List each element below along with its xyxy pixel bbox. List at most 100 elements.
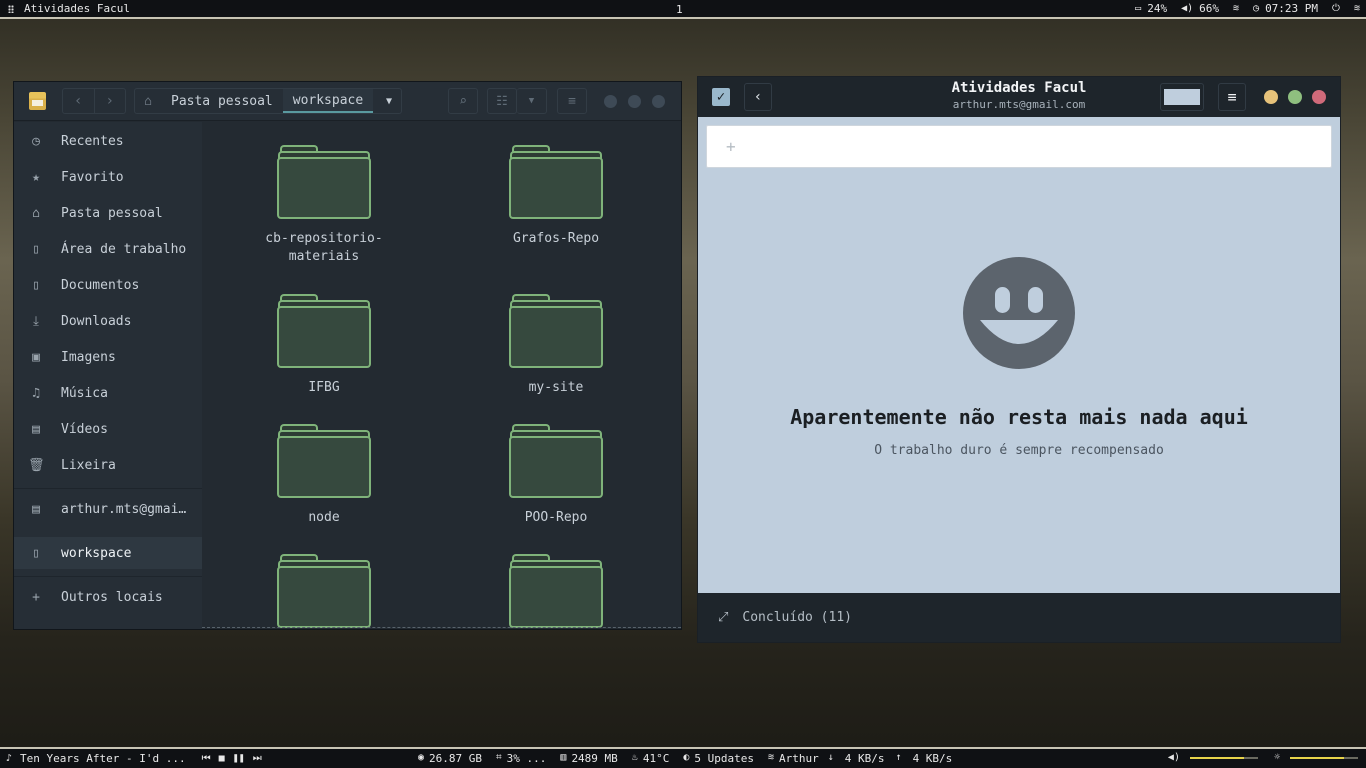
volume-indicator[interactable]: ◀) 66% — [1181, 2, 1219, 15]
updates-indicator[interactable]: ◐ 5 Updates — [683, 752, 754, 765]
top-panel: Atividades Facul 1 ▭ 24% ◀) 66% ≋ ◷ 07:2… — [0, 0, 1366, 19]
sidebar-item-label: Favorito — [61, 169, 124, 185]
thermometer-icon: ♨ — [631, 752, 638, 763]
folder-icon — [277, 554, 371, 629]
minimize-button[interactable] — [604, 95, 617, 108]
folder-icon — [509, 294, 603, 370]
folder-icon — [509, 145, 603, 221]
folder-item[interactable]: IFBG — [264, 294, 384, 397]
sidebar-item-lixeira[interactable]: 🗑︎ Lixeira — [14, 449, 202, 481]
folder-item[interactable]: my-site — [496, 294, 616, 397]
close-button[interactable] — [652, 95, 665, 108]
battery-indicator[interactable]: ▭ 24% — [1135, 2, 1167, 15]
list-color-button[interactable] — [1160, 83, 1204, 111]
updates-value: 5 Updates — [694, 752, 754, 765]
wifi-signal-icon[interactable]: ≋ — [1354, 3, 1360, 14]
completed-tasks-toggle[interactable]: ⤢ Concluído (11) — [698, 593, 1340, 642]
apps-menu-icon[interactable] — [8, 4, 14, 13]
sidebar-item-workspace[interactable]: ▯ workspace — [14, 537, 202, 569]
temperature-value: 41°C — [642, 752, 670, 765]
brightness-remaining — [1344, 756, 1358, 759]
power-icon[interactable]: ⏻ — [1332, 3, 1340, 14]
folder-item[interactable]: Grafos-Repo — [496, 145, 616, 248]
folder-item[interactable]: POO-Repo — [496, 424, 616, 527]
view-options-button[interactable]: ▼ — [517, 88, 547, 114]
folder-item[interactable] — [264, 554, 384, 629]
folder-name: node — [308, 510, 340, 525]
search-button[interactable]: ⌕ — [448, 88, 478, 114]
empty-state-subtitle: O trabalho duro é sempre recompensado — [874, 443, 1164, 458]
workspace-indicator[interactable]: 1 — [676, 3, 683, 16]
navigation-buttons: ‹ › — [62, 88, 126, 114]
wifi-icon: ≋ — [767, 752, 774, 763]
sidebar-item-recentes[interactable]: ◷ Recentes — [14, 125, 202, 157]
view-mode-button[interactable]: ☷ — [487, 88, 517, 114]
sidebar-item-videos[interactable]: ▤ Vídeos — [14, 413, 202, 445]
sidebar-item-documentos[interactable]: ▯ Documentos — [14, 269, 202, 301]
sidebar-item-area-de-trabalho[interactable]: ▯ Área de trabalho — [14, 233, 202, 265]
sidebar-item-imagens[interactable]: ▣ Imagens — [14, 341, 202, 373]
sidebar-divider — [14, 488, 202, 489]
home-icon[interactable]: ⌂ — [135, 94, 161, 109]
menu-button[interactable]: ≡ — [557, 88, 587, 114]
upload-arrow-icon: ↑ — [895, 752, 902, 763]
sidebar-item-label: Recentes — [61, 133, 124, 149]
server-icon: ▤ — [32, 501, 40, 517]
video-icon: ▤ — [32, 421, 40, 437]
network-indicator[interactable]: ≋ Arthur ↓ 4 KB/s ↑ 4 KB/s — [768, 752, 952, 765]
wifi-icon[interactable]: ≋ — [1233, 3, 1239, 14]
folder-icon: ▯ — [32, 545, 40, 561]
battery-icon: ▭ — [1135, 3, 1142, 14]
empty-state-title: Aparentemente não resta mais nada aqui — [790, 405, 1248, 429]
disk-usage: ◉ 26.87 GB — [418, 752, 482, 765]
brightness-level — [1290, 756, 1344, 759]
chevron-down-icon: ▼ — [528, 96, 535, 106]
disk-icon: ◉ — [418, 752, 425, 763]
path-segment-current[interactable]: workspace — [282, 89, 374, 113]
now-playing[interactable]: Ten Years After - I'd ... — [20, 752, 186, 765]
sidebar-item-network-account[interactable]: ▤ arthur.mts@gmai… — [14, 493, 202, 525]
sidebar-item-label: arthur.mts@gmai… — [61, 501, 187, 517]
clock-icon: ◷ — [32, 133, 40, 149]
back-button[interactable]: ‹ — [63, 89, 94, 113]
sidebar-item-label: Outros locais — [61, 589, 163, 605]
places-sidebar: ◷ Recentes ★ Favorito ⌂ Pasta pessoal ▯ Área… — [14, 122, 202, 629]
next-track-icon[interactable]: ⏭ — [253, 753, 262, 764]
sidebar-item-musica[interactable]: ♫ Música — [14, 377, 202, 409]
brightness-icon[interactable]: ☼ — [1274, 752, 1280, 763]
folder-icon — [509, 554, 603, 629]
maximize-button[interactable] — [1288, 90, 1302, 104]
close-button[interactable] — [1312, 90, 1326, 104]
maximize-button[interactable] — [628, 95, 641, 108]
volume-remaining — [1243, 756, 1258, 759]
image-icon: ▣ — [32, 349, 40, 365]
folder-item[interactable]: cb-repositorio-materiais — [264, 145, 384, 266]
music-note-icon: ♪ — [6, 753, 13, 764]
folder-name: IFBG — [308, 380, 340, 395]
hamburger-icon: ≡ — [568, 93, 576, 109]
path-segment-home[interactable]: Pasta pessoal — [161, 94, 283, 109]
clock[interactable]: ◷ 07:23 PM — [1253, 2, 1318, 15]
folder-grid: cb-repositorio-materiais Grafos-Repo IFB… — [202, 122, 681, 629]
menu-button[interactable]: ≡ — [1218, 83, 1246, 111]
home-icon: ⌂ — [32, 205, 40, 221]
sidebar-item-pasta-pessoal[interactable]: ⌂ Pasta pessoal — [14, 197, 202, 229]
minimize-button[interactable] — [1264, 90, 1278, 104]
forward-button[interactable]: › — [93, 89, 126, 113]
path-dropdown-icon[interactable]: ▼ — [377, 96, 401, 107]
folder-item[interactable]: node — [264, 424, 384, 527]
folder-item[interactable] — [496, 554, 616, 629]
path-bar: ⌂ Pasta pessoal workspace ▼ — [134, 88, 402, 114]
sidebar-item-favorito[interactable]: ★ Favorito — [14, 161, 202, 193]
download-icon: ⤓ — [33, 313, 39, 329]
stop-icon[interactable]: ■ — [219, 753, 225, 764]
sidebar-item-downloads[interactable]: ⤓ Downloads — [14, 305, 202, 337]
speaker-icon[interactable]: ◀) — [1168, 752, 1180, 763]
previous-track-icon[interactable]: ⏮ — [202, 753, 211, 764]
upload-speed: 4 KB/s — [912, 752, 953, 765]
sidebar-item-outros-locais[interactable]: + Outros locais — [14, 581, 202, 613]
pause-icon[interactable]: ❚❚ — [233, 753, 245, 764]
brightness-slider[interactable] — [1290, 756, 1358, 759]
volume-slider[interactable] — [1189, 756, 1258, 759]
new-task-input[interactable]: + — [706, 125, 1332, 168]
